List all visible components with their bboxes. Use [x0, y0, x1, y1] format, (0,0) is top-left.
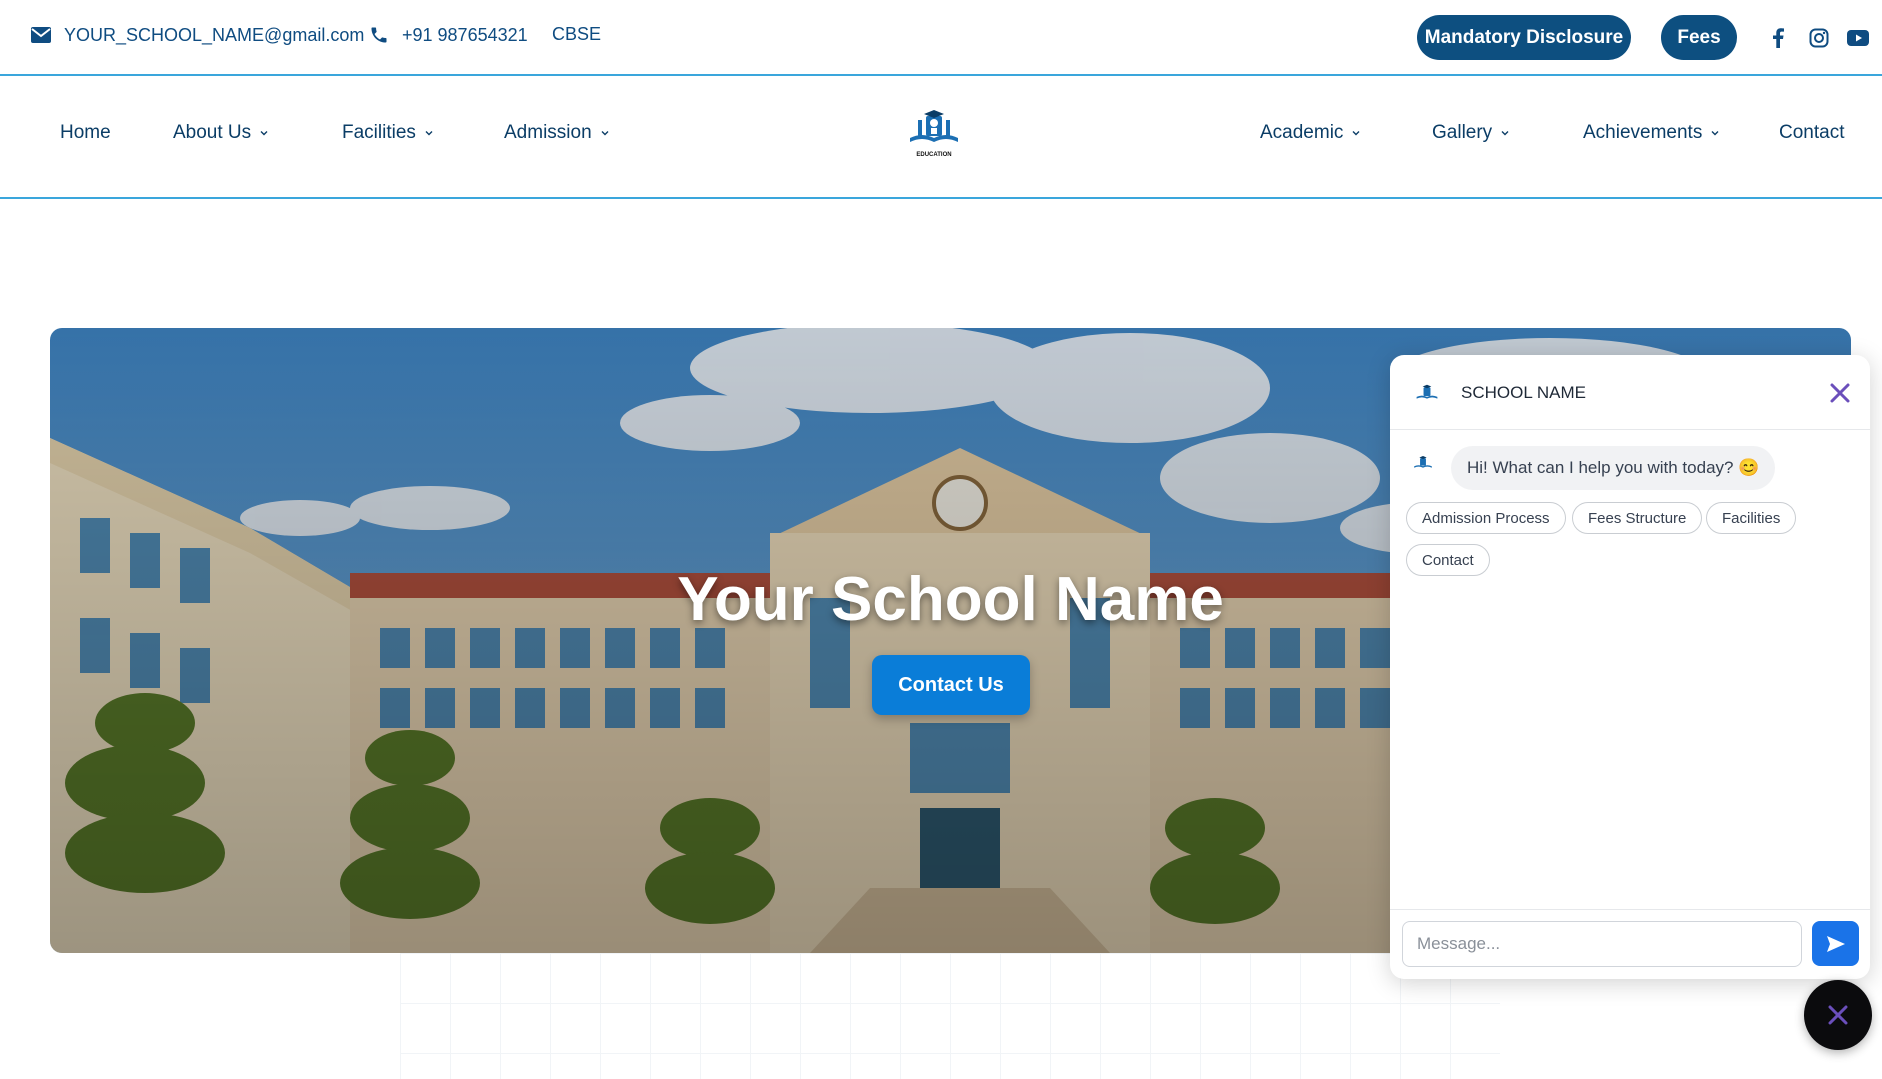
nav-admission-label: Admission — [504, 122, 592, 143]
contact-phone[interactable]: +91 987654321 — [368, 24, 528, 46]
bot-message: Hi! What can I help you with today? 😊 — [1451, 446, 1776, 490]
background-grid — [400, 953, 1500, 1079]
envelope-icon — [30, 24, 52, 46]
nav-about-us[interactable]: About Us — [173, 122, 269, 144]
close-icon[interactable] — [1828, 381, 1852, 405]
board-label: CBSE — [552, 24, 602, 44]
quick-reply-contact[interactable]: Contact — [1406, 544, 1490, 576]
chat-message-input[interactable] — [1402, 921, 1802, 967]
close-icon — [1828, 1005, 1848, 1025]
chevron-down-icon — [1351, 128, 1361, 138]
chevron-down-icon — [1500, 128, 1510, 138]
chevron-down-icon — [259, 128, 269, 138]
nav-gallery-label: Gallery — [1432, 122, 1493, 143]
chevron-down-icon — [1710, 128, 1720, 138]
school-logo[interactable]: EDUCATION — [904, 108, 964, 158]
chat-widget: SCHOOL NAME Hi! What can I help you with… — [1390, 355, 1870, 979]
send-icon — [1826, 935, 1845, 952]
chat-toggle-button[interactable] — [1804, 980, 1872, 1050]
quick-reply-admission-process[interactable]: Admission Process — [1406, 502, 1566, 534]
chevron-down-icon — [424, 128, 434, 138]
nav-contact[interactable]: Contact — [1779, 122, 1844, 144]
nav-academic-label: Academic — [1260, 122, 1344, 143]
nav-academic[interactable]: Academic — [1260, 122, 1361, 144]
chat-school-logo — [1414, 381, 1440, 405]
nav-achievements-label: Achievements — [1583, 122, 1703, 143]
top-bar: YOUR_SCHOOL_NAME@gmail.com +91 987654321… — [0, 0, 1882, 76]
nav-facilities[interactable]: Facilities — [342, 122, 434, 144]
email-text: YOUR_SCHOOL_NAME@gmail.com — [64, 24, 365, 45]
mandatory-disclosure-button[interactable]: Mandatory Disclosure — [1417, 15, 1631, 60]
chat-header-title: SCHOOL NAME — [1461, 383, 1587, 402]
facebook-icon[interactable] — [1766, 26, 1790, 50]
nav-achievements[interactable]: Achievements — [1583, 122, 1720, 144]
nav-gallery[interactable]: Gallery — [1432, 122, 1510, 144]
nav-contact-label: Contact — [1779, 122, 1845, 143]
nav-home-label: Home — [60, 122, 111, 143]
chat-footer — [1390, 909, 1870, 979]
quick-reply-facilities[interactable]: Facilities — [1706, 502, 1797, 534]
nav-about-us-label: About Us — [173, 122, 252, 143]
quick-reply-fees-structure[interactable]: Fees Structure — [1572, 502, 1703, 534]
instagram-icon[interactable] — [1807, 26, 1831, 50]
chevron-down-icon — [600, 128, 610, 138]
bot-avatar — [1412, 452, 1434, 474]
send-button[interactable] — [1812, 921, 1859, 966]
contact-email[interactable]: YOUR_SCHOOL_NAME@gmail.com — [30, 24, 364, 46]
nav-admission[interactable]: Admission — [504, 122, 610, 144]
phone-text: +91 987654321 — [402, 24, 528, 45]
main-navigation: Home About Us Facilities Admission EDUCA… — [0, 76, 1882, 199]
logo-caption: EDUCATION — [916, 152, 952, 158]
fees-button[interactable]: Fees — [1661, 15, 1737, 60]
contact-us-button[interactable]: Contact Us — [872, 655, 1030, 715]
chat-header: SCHOOL NAME — [1390, 355, 1870, 430]
youtube-icon[interactable] — [1846, 26, 1870, 50]
nav-home[interactable]: Home — [60, 122, 111, 144]
nav-facilities-label: Facilities — [342, 122, 416, 143]
phone-icon — [368, 24, 390, 46]
